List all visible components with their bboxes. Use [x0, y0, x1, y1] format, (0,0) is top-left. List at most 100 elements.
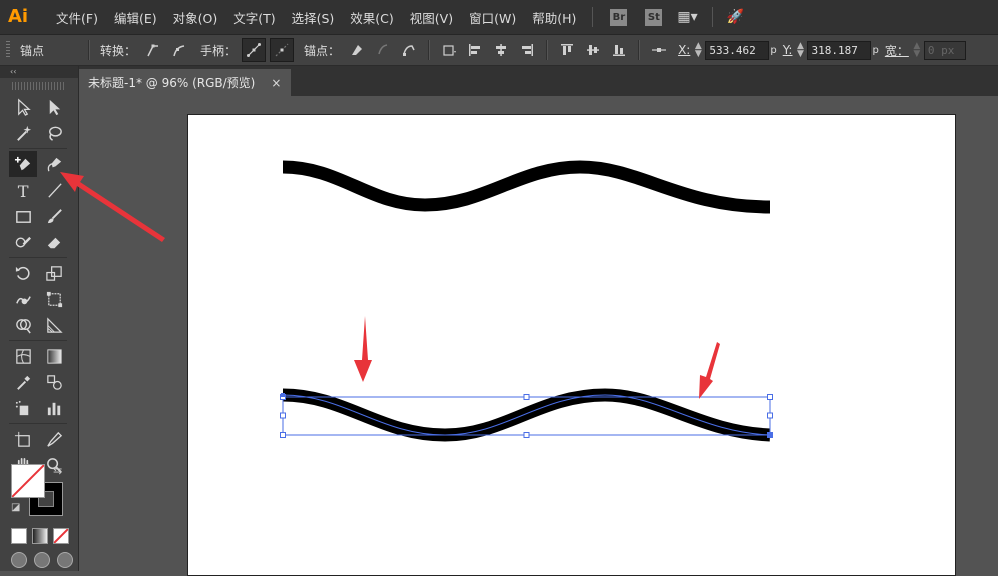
- line-segment-tool[interactable]: [40, 177, 68, 203]
- perspective-grid-icon: [46, 316, 63, 333]
- fill-swatch[interactable]: [11, 464, 45, 498]
- curvature-pen-icon: [47, 157, 61, 171]
- menu-select[interactable]: 选择(S): [284, 8, 343, 27]
- divider: [428, 40, 431, 60]
- svg-text:T: T: [17, 182, 28, 200]
- align-left-icon[interactable]: [464, 39, 486, 61]
- magic-wand-tool[interactable]: [9, 120, 37, 146]
- lasso-tool[interactable]: [40, 120, 68, 146]
- slice-tool[interactable]: [40, 426, 68, 452]
- align-hcenter-icon[interactable]: [490, 39, 512, 61]
- rotate-tool[interactable]: [9, 260, 37, 286]
- curvature-tool[interactable]: [40, 151, 68, 177]
- shape-builder-tool[interactable]: [9, 312, 37, 338]
- control-bar: 锚点 转换： 手柄： 锚点： X: ▲ ▼ 533.462 p Y: ▲ ▼ 318…: [0, 35, 998, 66]
- remove-anchor-icon[interactable]: [346, 39, 368, 61]
- menu-divider: [711, 7, 713, 27]
- menu-window[interactable]: 窗口(W): [461, 8, 524, 27]
- lasso-icon: [48, 126, 62, 141]
- align-right-icon[interactable]: [516, 39, 538, 61]
- selection-tool[interactable]: [9, 94, 37, 120]
- stock-button[interactable]: St: [645, 8, 663, 26]
- column-graph-tool[interactable]: [40, 395, 68, 421]
- workspace-layout-icon[interactable]: ▦▾: [677, 9, 697, 25]
- panel-grip[interactable]: [6, 41, 10, 59]
- paintbrush-icon: [47, 208, 62, 223]
- artboard-tool[interactable]: [9, 426, 37, 452]
- align-vcenter-icon[interactable]: [582, 39, 604, 61]
- gpu-performance-icon[interactable]: 🚀: [727, 9, 744, 25]
- shaper-tool[interactable]: [9, 229, 37, 255]
- hide-handles-icon[interactable]: [270, 38, 295, 62]
- tools-collapse-button[interactable]: ‹‹: [0, 66, 78, 78]
- gradient-button[interactable]: [32, 528, 48, 544]
- convert-smooth-icon[interactable]: [168, 39, 190, 61]
- show-handles-icon[interactable]: [242, 38, 267, 62]
- symbol-sprayer-icon: [15, 400, 28, 415]
- convert-label: 转换：: [100, 43, 137, 58]
- gradient-tool[interactable]: [40, 343, 68, 369]
- scale-tool[interactable]: [40, 260, 68, 286]
- paintbrush-tool[interactable]: [40, 203, 68, 229]
- menu-file[interactable]: 文件(F): [48, 8, 106, 27]
- align-top-icon[interactable]: [556, 39, 578, 61]
- menu-edit[interactable]: 编辑(E): [106, 8, 165, 27]
- draw-behind-icon[interactable]: [34, 552, 50, 568]
- connect-anchors-icon[interactable]: [398, 39, 420, 61]
- blend-icon: [46, 374, 62, 390]
- slice-knife-icon: [46, 431, 62, 447]
- document-tab-bar: 未标题-1* @ 96% (RGB/预览) ×: [79, 66, 998, 96]
- artboard[interactable]: [187, 114, 956, 576]
- perspective-grid-tool[interactable]: [40, 312, 68, 338]
- menu-object[interactable]: 对象(O): [165, 8, 226, 27]
- eraser-tool[interactable]: [40, 229, 68, 255]
- free-transform-tool[interactable]: [40, 286, 68, 312]
- y-unit: p: [872, 44, 879, 56]
- cut-path-icon[interactable]: [372, 39, 394, 61]
- none-button[interactable]: [53, 528, 69, 544]
- anchor-mode-label: 锚点: [20, 43, 45, 58]
- draw-normal-icon[interactable]: [11, 552, 27, 568]
- bridge-button[interactable]: Br: [610, 8, 628, 26]
- mesh-icon: [15, 348, 31, 364]
- document-tab[interactable]: 未标题-1* @ 96% (RGB/预览) ×: [79, 69, 292, 96]
- x-input[interactable]: 533.462: [705, 40, 770, 60]
- menu-type[interactable]: 文字(T): [225, 8, 283, 27]
- eraser-icon: [47, 237, 60, 248]
- handles-label: 手柄：: [200, 43, 237, 58]
- width-label: 宽：: [884, 43, 909, 58]
- symbol-sprayer-tool[interactable]: [9, 395, 37, 421]
- isolate-icon[interactable]: [438, 39, 460, 61]
- tools-panel: ‹‹ T ⇆ ◪: [0, 66, 79, 571]
- line-icon: [47, 182, 62, 198]
- magic-wand-icon: [16, 125, 31, 141]
- rotate-icon: [15, 266, 30, 280]
- direct-selection-tool[interactable]: [40, 94, 68, 120]
- warp-tool[interactable]: [9, 286, 37, 312]
- menu-view[interactable]: 视图(V): [402, 8, 461, 27]
- align-bottom-icon[interactable]: [608, 39, 630, 61]
- convert-corner-icon[interactable]: [142, 39, 164, 61]
- free-transform-icon: [46, 291, 62, 307]
- y-stepper[interactable]: ▲ ▼: [795, 42, 805, 59]
- close-icon[interactable]: ×: [271, 76, 281, 90]
- swap-fill-stroke-icon[interactable]: ⇆: [53, 464, 62, 477]
- draw-inside-icon[interactable]: [57, 552, 73, 568]
- default-colors-icon[interactable]: ◪: [11, 502, 20, 513]
- eyedropper-tool[interactable]: [9, 369, 37, 395]
- width-input[interactable]: 0 px: [923, 40, 966, 60]
- rectangle-tool[interactable]: [9, 203, 37, 229]
- menu-help[interactable]: 帮助(H): [524, 8, 584, 27]
- color-button[interactable]: [11, 528, 27, 544]
- reference-point-icon[interactable]: [648, 39, 670, 61]
- tools-grip[interactable]: [12, 82, 66, 90]
- menu-effect[interactable]: 效果(C): [342, 8, 401, 27]
- y-input[interactable]: 318.187: [807, 40, 872, 60]
- blend-tool[interactable]: [40, 369, 68, 395]
- type-tool[interactable]: T: [9, 177, 37, 203]
- x-stepper[interactable]: ▲ ▼: [693, 42, 703, 59]
- mesh-tool[interactable]: [9, 343, 37, 369]
- add-anchor-point-tool[interactable]: [9, 151, 37, 177]
- width-stepper[interactable]: ▲ ▼: [912, 42, 922, 59]
- type-icon: T: [17, 182, 28, 200]
